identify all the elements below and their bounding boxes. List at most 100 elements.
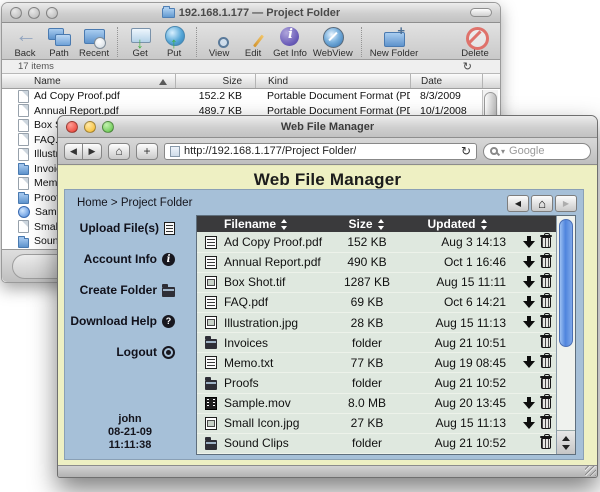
file-row[interactable]: Sample.mov 8.0 MB Aug 20 13:45 — [197, 393, 556, 414]
toolbar-button[interactable]: Get — [123, 25, 157, 59]
download-icon[interactable] — [522, 356, 535, 369]
file-name-link[interactable]: Box Shot.tif — [224, 275, 330, 289]
sidebar-link[interactable]: Account Info — [65, 252, 175, 266]
header-updated[interactable]: Updated — [404, 217, 512, 231]
trash-icon[interactable] — [540, 353, 552, 369]
browser-titlebar[interactable]: Web File Manager — [58, 116, 597, 138]
refresh-icon[interactable]: ↻ — [463, 60, 472, 73]
toolbar-button[interactable]: Put — [157, 25, 191, 59]
sidebar-link-label[interactable]: Download Help — [70, 314, 157, 328]
finder-file-row[interactable]: Ad Copy Proof.pdf 152.2 KB Portable Docu… — [2, 89, 500, 104]
file-name-link[interactable]: Annual Report.pdf — [224, 255, 330, 269]
file-row[interactable]: Small Icon.jpg 27 KB Aug 15 11:13 — [197, 413, 556, 434]
reload-icon[interactable]: ↻ — [461, 144, 471, 158]
column-header-date[interactable]: Date — [410, 74, 482, 88]
file-name-link[interactable]: Illustration.jpg — [224, 316, 330, 330]
breadcrumb-home-link[interactable]: Home — [77, 197, 108, 209]
toolbar-button[interactable] — [196, 27, 198, 57]
file-name-link[interactable]: FAQ.pdf — [224, 295, 330, 309]
zoom-button[interactable] — [46, 6, 58, 19]
toolbar-button[interactable]: Path — [42, 25, 76, 59]
finder-titlebar[interactable]: 192.168.1.177 — Project Folder — [2, 3, 500, 23]
resize-grip[interactable] — [585, 466, 596, 476]
file-name-link[interactable]: Sample.mov — [224, 396, 330, 410]
scroll-up-arrow[interactable] — [562, 435, 570, 441]
trash-icon[interactable] — [540, 313, 552, 329]
file-row[interactable]: Invoices folder Aug 21 10:51 — [197, 333, 556, 354]
add-bookmark-button[interactable]: + — [136, 142, 158, 160]
back-button[interactable]: ◀ — [64, 142, 83, 160]
file-row[interactable]: Memo.txt 77 KB Aug 19 08:45 — [197, 353, 556, 374]
close-button[interactable] — [10, 6, 22, 19]
download-icon[interactable] — [522, 295, 535, 309]
table-scrollbar[interactable] — [556, 216, 575, 454]
trash-icon[interactable] — [540, 413, 552, 429]
url-text[interactable]: http://192.168.1.177/Project Folder/ — [184, 145, 356, 157]
toolbar-button[interactable] — [117, 27, 119, 57]
toolbar-button[interactable]: New Folder — [367, 23, 422, 59]
download-icon[interactable] — [522, 316, 535, 329]
download-icon[interactable] — [522, 235, 535, 249]
file-row[interactable]: Illustration.jpg 28 KB Aug 15 11:13 — [197, 313, 556, 334]
trash-icon[interactable] — [540, 232, 552, 248]
download-icon[interactable] — [522, 255, 535, 269]
address-bar[interactable]: http://192.168.1.177/Project Folder/ ↻ — [164, 142, 477, 160]
file-name-link[interactable]: Memo.txt — [224, 356, 330, 370]
minimize-button[interactable] — [84, 120, 96, 133]
search-field[interactable]: ▾ Google — [483, 142, 591, 160]
sidebar-link[interactable]: Create Folder — [65, 283, 175, 297]
file-row[interactable]: Ad Copy Proof.pdf 152 KB Aug 3 14:13 — [197, 232, 556, 253]
sidebar-link[interactable]: Logout — [65, 345, 175, 359]
download-icon[interactable] — [522, 396, 535, 410]
file-row[interactable]: Box Shot.tif 1287 KB Aug 15 11:11 — [197, 272, 556, 293]
search-placeholder[interactable]: Google — [509, 145, 544, 157]
toolbar-button[interactable] — [360, 27, 362, 57]
toolbar-button[interactable]: WebView — [310, 25, 356, 59]
minimize-button[interactable] — [28, 6, 40, 19]
trash-icon[interactable] — [540, 252, 552, 268]
home-button[interactable]: ⌂ — [108, 142, 130, 160]
sidebar-link-label[interactable]: Create Folder — [80, 283, 157, 297]
file-name-link[interactable]: Ad Copy Proof.pdf — [224, 235, 330, 249]
panel-back-button[interactable] — [507, 195, 529, 212]
forward-button[interactable]: ▶ — [83, 142, 102, 160]
toolbar-button[interactable]: View — [202, 25, 236, 59]
file-name-link[interactable]: Proofs — [224, 376, 330, 390]
download-icon[interactable] — [522, 275, 535, 289]
trash-icon[interactable] — [540, 393, 552, 409]
trash-icon[interactable] — [540, 272, 552, 288]
trash-icon[interactable] — [540, 333, 552, 349]
file-row[interactable]: Proofs folder Aug 21 10:52 — [197, 373, 556, 394]
file-row[interactable]: Annual Report.pdf 490 KB Oct 1 16:46 — [197, 252, 556, 273]
sidebar-link-label[interactable]: Logout — [116, 345, 157, 359]
table-scrollbar-thumb[interactable] — [559, 219, 573, 347]
file-name-link[interactable]: Small Icon.jpg — [224, 416, 330, 430]
trash-icon[interactable] — [540, 373, 552, 389]
toolbar-button[interactable]: Recent — [76, 25, 112, 59]
file-name-link[interactable]: Sound Clips — [224, 436, 330, 450]
file-row[interactable]: FAQ.pdf 69 KB Oct 6 14:21 — [197, 292, 556, 314]
column-header-size[interactable]: Size — [175, 74, 255, 88]
header-filename[interactable]: Filename — [197, 217, 330, 231]
file-row[interactable]: Sound Clips folder Aug 21 10:52 — [197, 433, 556, 454]
zoom-button[interactable] — [102, 120, 114, 133]
panel-home-button[interactable] — [531, 195, 553, 212]
download-icon[interactable] — [522, 416, 535, 430]
file-name-link[interactable]: Invoices — [224, 336, 330, 350]
toolbar-button[interactable]: Back — [8, 22, 42, 59]
header-size[interactable]: Size — [330, 217, 404, 231]
sidebar-link-label[interactable]: Upload File(s) — [80, 221, 159, 235]
column-header-kind[interactable]: Kind — [255, 74, 410, 88]
sidebar-link-label[interactable]: Account Info — [84, 252, 157, 266]
sidebar-link[interactable]: Download Help — [65, 314, 175, 328]
close-button[interactable] — [66, 120, 78, 133]
toolbar-button[interactable]: Delete — [458, 25, 492, 59]
trash-icon[interactable] — [540, 292, 552, 308]
toolbar-button[interactable]: Edit — [236, 25, 270, 59]
scroll-down-arrow[interactable] — [562, 444, 570, 450]
column-header-name[interactable]: Name — [2, 74, 175, 88]
sidebar-link[interactable]: Upload File(s) — [65, 221, 175, 235]
toolbar-toggle-button[interactable] — [470, 8, 492, 17]
search-options-caret[interactable]: ▾ — [501, 147, 505, 156]
trash-icon[interactable] — [540, 433, 552, 449]
